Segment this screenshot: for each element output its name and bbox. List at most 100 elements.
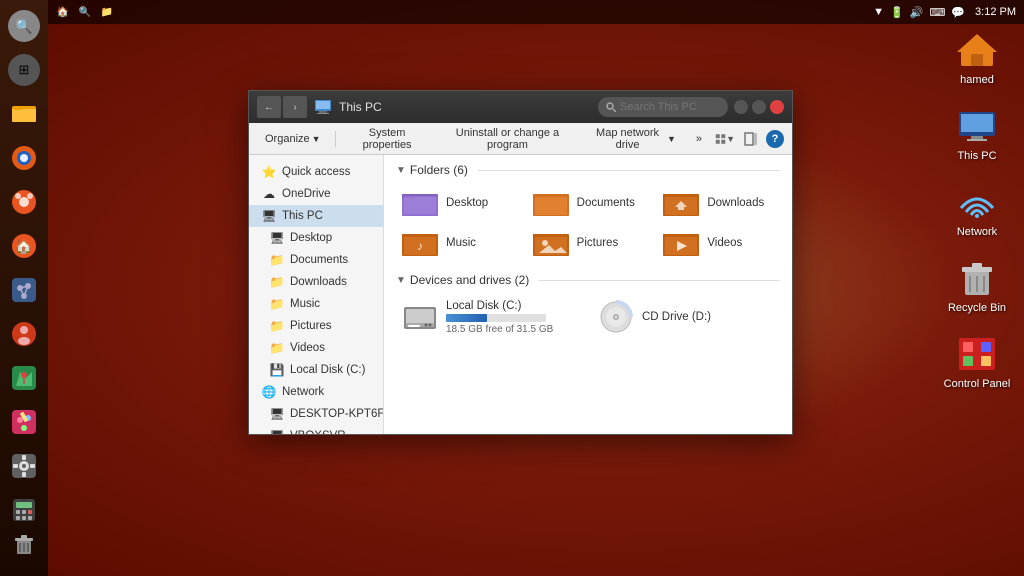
drive-cd[interactable]: CD Drive (D:)	[592, 295, 780, 339]
window-title: This PC	[339, 100, 592, 114]
desktop-icon-hamed[interactable]: hamed	[942, 30, 1012, 86]
toolbar-separator-1	[335, 131, 336, 147]
network-sidebar-icon: 🌐	[261, 384, 277, 400]
svg-text:🏠: 🏠	[15, 238, 32, 255]
sidebar-item-downloads[interactable]: 📁 Downloads	[249, 271, 383, 293]
more-options-button[interactable]: »	[688, 128, 710, 150]
taskbar-paint[interactable]	[4, 402, 44, 442]
sidebar-item-videos[interactable]: 📁 Videos	[249, 337, 383, 359]
desktop-icon-recycle-bin[interactable]: Recycle Bin	[942, 258, 1012, 314]
sidebar-item-pictures[interactable]: 📁 Pictures	[249, 315, 383, 337]
folders-section-header: ▼ Folders (6)	[396, 163, 780, 177]
desktop-icon-this-pc-label: This PC	[957, 150, 996, 162]
desktop-icon-control-panel-label: Control Panel	[944, 378, 1011, 390]
taskbar-workspaces[interactable]: ⊞	[4, 50, 44, 90]
topbar-volume-icon: 🔊	[910, 6, 924, 19]
sidebar-item-music[interactable]: 📁 Music	[249, 293, 383, 315]
taskbar-firefox[interactable]	[4, 138, 44, 178]
taskbar-files[interactable]	[4, 94, 44, 134]
drive-local-disk-free: 18.5 GB free of 31.5 GB	[446, 324, 553, 335]
svg-text:♪: ♪	[417, 239, 423, 253]
maximize-button[interactable]	[752, 100, 766, 114]
folders-grid: Desktop Documents	[396, 185, 780, 261]
taskbar-gear[interactable]	[4, 446, 44, 486]
computer-icon-1: 🖥	[269, 406, 285, 422]
sidebar-item-this-pc[interactable]: 🖥 This PC	[249, 205, 383, 227]
taskbar-maps[interactable]	[4, 358, 44, 398]
local-disk-sidebar-icon: 💾	[269, 362, 285, 378]
drives-grid: Local Disk (C:) 18.5 GB free of 31.5 GB	[396, 295, 780, 339]
sidebar-item-onedrive[interactable]: ☁ OneDrive	[249, 183, 383, 205]
sidebar-item-network[interactable]: 🌐 Network	[249, 381, 383, 403]
uninstall-button[interactable]: Uninstall or change a program	[437, 128, 578, 150]
desktop-sidebar-icon: 🖥	[269, 230, 285, 246]
folder-music-label: Music	[446, 237, 476, 249]
folder-videos[interactable]: Videos	[657, 225, 780, 261]
forward-button[interactable]: ›	[283, 96, 307, 118]
sidebar-item-documents[interactable]: 📁 Documents	[249, 249, 383, 271]
folder-desktop[interactable]: Desktop	[396, 185, 519, 221]
drives-divider	[539, 280, 780, 281]
taskbar-ubuntu-software[interactable]	[4, 182, 44, 222]
folder-documents-icon	[533, 189, 569, 217]
drive-cd-icon	[598, 299, 634, 335]
preview-icon	[744, 132, 758, 146]
sidebar-item-quick-access[interactable]: ⭐ Quick access	[249, 161, 383, 183]
back-button[interactable]: ←	[257, 96, 281, 118]
folder-music[interactable]: ♪ Music	[396, 225, 519, 261]
desktop-icon-control-panel[interactable]: Control Panel	[942, 334, 1012, 390]
desktop-icon-network[interactable]: Network	[942, 182, 1012, 238]
sidebar-item-vboxsvr[interactable]: 🖥 VBOXSVR	[249, 425, 383, 434]
sidebar-item-local-disk[interactable]: 💾 Local Disk (C:)	[249, 359, 383, 381]
sidebar-item-desktop-kpt[interactable]: 🖥 DESKTOP-KPT6F75	[249, 403, 383, 425]
preview-pane-button[interactable]	[740, 128, 762, 150]
help-button[interactable]: ?	[766, 130, 784, 148]
window-content: ⭐ Quick access ☁ OneDrive 🖥 This PC 🖥 De…	[249, 155, 792, 434]
drive-local-disk[interactable]: Local Disk (C:) 18.5 GB free of 31.5 GB	[396, 295, 584, 339]
search-box[interactable]	[598, 97, 728, 117]
onedrive-icon: ☁	[261, 186, 277, 202]
desktop-icon-this-pc[interactable]: This PC	[942, 106, 1012, 162]
window-titlebar: ← › This PC	[249, 91, 792, 123]
drive-cd-info: CD Drive (D:)	[642, 311, 711, 323]
quick-access-icon: ⭐	[261, 164, 277, 180]
drives-section-header: ▼ Devices and drives (2)	[396, 273, 780, 287]
folder-documents-label: Documents	[577, 197, 635, 209]
organize-button[interactable]: Organize ▼	[257, 128, 329, 150]
taskbar-ubuntu-home[interactable]: 🏠	[4, 226, 44, 266]
topbar-keyboard-icon: ⌨	[929, 6, 945, 19]
this-pc-sidebar-icon: 🖥	[261, 208, 277, 224]
folder-downloads-label: Downloads	[707, 197, 764, 209]
folder-downloads[interactable]: Downloads	[657, 185, 780, 221]
close-button[interactable]	[770, 100, 784, 114]
taskbar-social[interactable]	[4, 270, 44, 310]
taskbar-user[interactable]	[4, 314, 44, 354]
folder-desktop-label: Desktop	[446, 197, 488, 209]
folder-pictures[interactable]: Pictures	[527, 225, 650, 261]
system-properties-button[interactable]: System properties	[341, 128, 432, 150]
search-input[interactable]	[620, 101, 720, 113]
sidebar-item-desktop[interactable]: 🖥 Desktop	[249, 227, 383, 249]
topbar: 🏠 🔍 📁 ▼ 🔋 🔊 ⌨ 💬 3:12 PM	[48, 0, 1024, 24]
taskbar-search[interactable]: 🔍	[4, 6, 44, 46]
drive-local-disk-fill	[446, 314, 487, 322]
topbar-battery-icon: 🔋	[890, 6, 904, 19]
desktop-icons-area: hamed This PC Ne	[942, 30, 1012, 390]
view-options-button[interactable]: ▼	[714, 128, 736, 150]
window-controls	[734, 100, 784, 114]
toolbar-right: ▼ ?	[714, 128, 784, 150]
topbar-right: ▼ 🔋 🔊 ⌨ 💬 3:12 PM	[873, 6, 1016, 19]
drives-chevron[interactable]: ▼	[396, 275, 406, 286]
view-icon	[715, 132, 726, 146]
drive-local-disk-info: Local Disk (C:) 18.5 GB free of 31.5 GB	[446, 300, 553, 335]
folder-documents[interactable]: Documents	[527, 185, 650, 221]
taskbar-trash[interactable]	[4, 524, 44, 564]
topbar-files-icon[interactable]: 📁	[100, 5, 114, 19]
folders-chevron[interactable]: ▼	[396, 165, 406, 176]
topbar-search-icon[interactable]: 🔍	[78, 5, 92, 19]
title-this-pc-icon	[313, 97, 333, 117]
folders-section-title: Folders (6)	[410, 163, 468, 177]
folder-pictures-label: Pictures	[577, 237, 619, 249]
map-network-button[interactable]: Map network drive ▼	[582, 128, 684, 150]
minimize-button[interactable]	[734, 100, 748, 114]
